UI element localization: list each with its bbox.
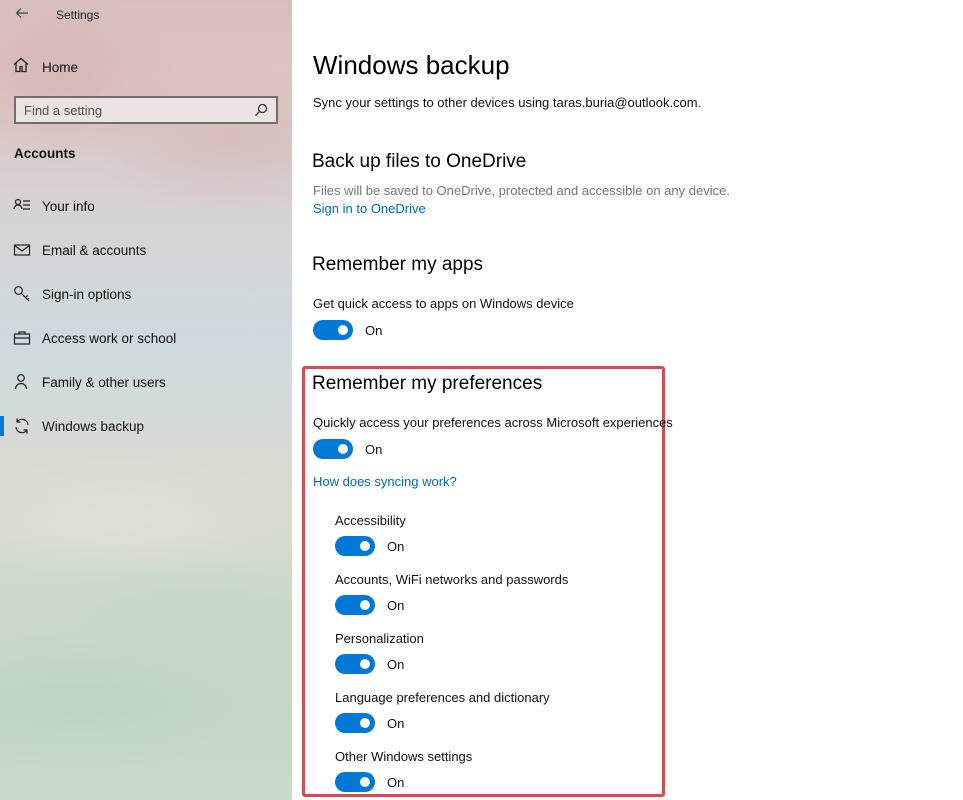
onedrive-heading: Back up files to OneDrive xyxy=(312,151,527,172)
toggle-knob xyxy=(360,659,370,669)
sidebar-item-label: Family & other users xyxy=(42,374,166,390)
search-box[interactable] xyxy=(14,96,278,124)
apps-description: Get quick access to apps on Windows devi… xyxy=(313,296,574,311)
back-arrow-icon[interactable] xyxy=(12,6,32,26)
accounts-wifi-toggle[interactable] xyxy=(335,595,375,615)
preferences-description: Quickly access your preferences across M… xyxy=(313,415,673,430)
apps-toggle[interactable] xyxy=(313,320,353,340)
contact-info-icon xyxy=(13,197,31,215)
search-icon[interactable] xyxy=(254,103,268,117)
sidebar: Settings Home Accounts Your info Email &… xyxy=(0,0,292,800)
active-indicator xyxy=(0,416,4,436)
pref-item-label: Accessibility xyxy=(335,513,406,528)
sign-in-onedrive-link[interactable]: Sign in to OneDrive xyxy=(313,201,426,216)
toggle-knob xyxy=(360,718,370,728)
home-nav-item[interactable]: Home xyxy=(12,56,78,78)
toggle-knob xyxy=(338,325,348,335)
briefcase-icon xyxy=(13,329,31,347)
app-title: Settings xyxy=(56,8,100,22)
sync-icon xyxy=(13,417,31,435)
search-input[interactable] xyxy=(24,102,254,118)
sidebar-item-your-info[interactable]: Your info xyxy=(0,191,292,221)
toggle-knob xyxy=(338,444,348,454)
onedrive-description: Files will be saved to OneDrive, protect… xyxy=(313,183,730,198)
toggle-state: On xyxy=(387,538,405,554)
sidebar-item-family-users[interactable]: Family & other users xyxy=(0,367,292,397)
person-icon xyxy=(13,373,31,391)
toggle-knob xyxy=(360,600,370,610)
sidebar-item-label: Your info xyxy=(42,198,95,214)
pref-item-label: Language preferences and dictionary xyxy=(335,690,550,705)
pref-item-other-toggle-row: On xyxy=(335,772,404,792)
personalization-toggle[interactable] xyxy=(335,654,375,674)
sidebar-item-label: Email & accounts xyxy=(42,242,147,258)
preferences-heading: Remember my preferences xyxy=(312,373,543,394)
language-toggle[interactable] xyxy=(335,713,375,733)
pref-item-label: Other Windows settings xyxy=(335,749,473,764)
toggle-knob xyxy=(360,541,370,551)
page-subtitle: Sync your settings to other devices usin… xyxy=(313,95,702,110)
pref-item-language-toggle-row: On xyxy=(335,713,404,733)
section-title: Accounts xyxy=(14,146,76,161)
pref-item-label: Accounts, WiFi networks and passwords xyxy=(335,572,569,587)
apps-toggle-row: On xyxy=(313,320,382,340)
main-content: Windows backup Sync your settings to oth… xyxy=(292,0,963,800)
other-settings-toggle[interactable] xyxy=(335,772,375,792)
toggle-state: On xyxy=(387,656,405,672)
sidebar-item-label: Access work or school xyxy=(42,330,177,346)
sidebar-item-email-accounts[interactable]: Email & accounts xyxy=(0,235,292,265)
pref-item-personalization-toggle-row: On xyxy=(335,654,404,674)
sidebar-item-sign-in-options[interactable]: Sign-in options xyxy=(0,279,292,309)
home-label: Home xyxy=(42,59,79,75)
apps-toggle-state: On xyxy=(365,322,383,338)
how-syncing-works-link[interactable]: How does syncing work? xyxy=(313,474,457,489)
pref-item-label: Personalization xyxy=(335,631,424,646)
home-icon xyxy=(12,56,30,79)
accessibility-toggle[interactable] xyxy=(335,536,375,556)
sidebar-item-windows-backup[interactable]: Windows backup xyxy=(0,411,292,441)
toggle-state: On xyxy=(387,774,405,790)
sidebar-item-label: Sign-in options xyxy=(42,286,132,302)
key-icon xyxy=(13,285,31,303)
page-title: Windows backup xyxy=(313,50,510,80)
toggle-knob xyxy=(360,777,370,787)
sidebar-item-label: Windows backup xyxy=(42,418,145,434)
preferences-toggle-row: On xyxy=(313,439,382,459)
sidebar-item-access-work-school[interactable]: Access work or school xyxy=(0,323,292,353)
mail-icon xyxy=(13,241,31,259)
toggle-state: On xyxy=(387,715,405,731)
preferences-toggle-state: On xyxy=(365,441,383,457)
preferences-toggle[interactable] xyxy=(313,439,353,459)
pref-item-accounts-toggle-row: On xyxy=(335,595,404,615)
toggle-state: On xyxy=(387,597,405,613)
pref-item-accessibility-toggle-row: On xyxy=(335,536,404,556)
apps-heading: Remember my apps xyxy=(312,254,484,275)
